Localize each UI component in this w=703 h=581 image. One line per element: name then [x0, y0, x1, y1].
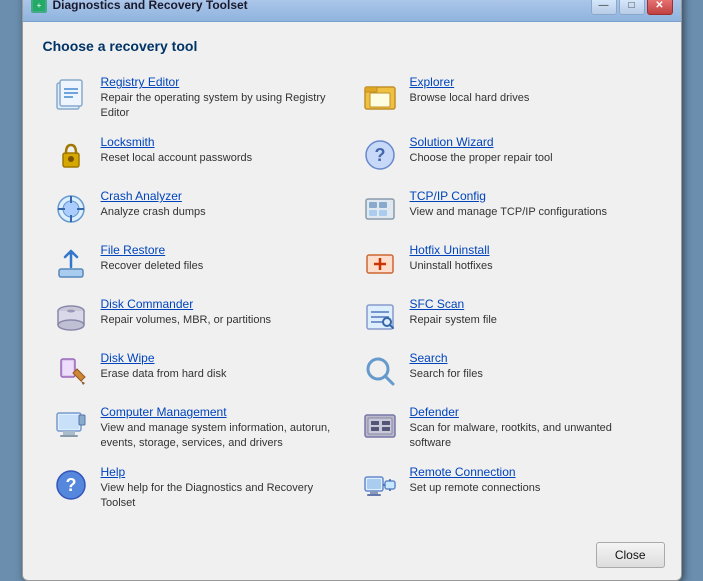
locksmith-info: Locksmith Reset local account passwords: [101, 135, 344, 166]
window-close-button[interactable]: ✕: [647, 0, 673, 15]
help-info: Help View help for the Diagnostics and R…: [101, 465, 344, 511]
remote-connection-desc: Set up remote connections: [410, 481, 653, 496]
solution-wizard-desc: Choose the proper repair tool: [410, 151, 653, 166]
minimize-button[interactable]: —: [591, 0, 617, 15]
svg-text:?: ?: [65, 475, 76, 495]
tool-crash-analyzer[interactable]: Crash Analyzer Analyze crash dumps: [43, 182, 352, 236]
computer-management-icon: [51, 405, 91, 445]
window-controls: — □ ✕: [591, 0, 673, 15]
registry-editor-info: Registry Editor Repair the operating sys…: [101, 75, 344, 121]
file-restore-icon: [51, 243, 91, 283]
title-bar-left: + Diagnostics and Recovery Toolset: [31, 0, 248, 13]
help-name[interactable]: Help: [101, 465, 344, 479]
defender-info: Defender Scan for malware, rootkits, and…: [410, 405, 653, 451]
locksmith-icon: [51, 135, 91, 175]
crash-analyzer-info: Crash Analyzer Analyze crash dumps: [101, 189, 344, 220]
tool-remote-connection[interactable]: Remote Connection Set up remote connecti…: [352, 458, 661, 518]
tool-registry-editor[interactable]: Registry Editor Repair the operating sys…: [43, 68, 352, 128]
tool-file-restore[interactable]: File Restore Recover deleted files: [43, 236, 352, 290]
title-bar: + Diagnostics and Recovery Toolset — □ ✕: [23, 0, 681, 22]
disk-wipe-desc: Erase data from hard disk: [101, 367, 344, 382]
sfc-scan-icon: [360, 297, 400, 337]
tool-sfc-scan[interactable]: SFC Scan Repair system file: [352, 290, 661, 344]
sfc-scan-info: SFC Scan Repair system file: [410, 297, 653, 328]
crash-analyzer-desc: Analyze crash dumps: [101, 205, 344, 220]
search-icon: [360, 351, 400, 391]
tool-search[interactable]: Search Search for files: [352, 344, 661, 398]
defender-desc: Scan for malware, rootkits, and unwanted…: [410, 421, 653, 451]
main-window: + Diagnostics and Recovery Toolset — □ ✕…: [22, 0, 682, 581]
locksmith-name[interactable]: Locksmith: [101, 135, 344, 149]
tool-tcpip[interactable]: TCP/IP Config View and manage TCP/IP con…: [352, 182, 661, 236]
hotfix-icon: [360, 243, 400, 283]
solution-wizard-name[interactable]: Solution Wizard: [410, 135, 653, 149]
tools-grid: Registry Editor Repair the operating sys…: [43, 68, 661, 517]
explorer-icon: [360, 75, 400, 115]
hotfix-name[interactable]: Hotfix Uninstall: [410, 243, 653, 257]
defender-icon: [360, 405, 400, 445]
remote-connection-name[interactable]: Remote Connection: [410, 465, 653, 479]
search-desc: Search for files: [410, 367, 653, 382]
disk-commander-name[interactable]: Disk Commander: [101, 297, 344, 311]
tool-hotfix[interactable]: Hotfix Uninstall Uninstall hotfixes: [352, 236, 661, 290]
maximize-button[interactable]: □: [619, 0, 645, 15]
help-desc: View help for the Diagnostics and Recove…: [101, 481, 344, 511]
close-button[interactable]: Close: [596, 542, 665, 568]
explorer-info: Explorer Browse local hard drives: [410, 75, 653, 106]
svg-text:+: +: [36, 1, 41, 10]
search-info: Search Search for files: [410, 351, 653, 382]
disk-commander-info: Disk Commander Repair volumes, MBR, or p…: [101, 297, 344, 328]
registry-editor-icon: [51, 75, 91, 115]
tool-locksmith[interactable]: Locksmith Reset local account passwords: [43, 128, 352, 182]
content-area: Choose a recovery tool Registry Editor R…: [23, 22, 681, 533]
disk-wipe-info: Disk Wipe Erase data from hard disk: [101, 351, 344, 382]
crash-analyzer-name[interactable]: Crash Analyzer: [101, 189, 344, 203]
tool-help[interactable]: ? Help View help for the Diagnostics and…: [43, 458, 352, 518]
solution-wizard-icon: ?: [360, 135, 400, 175]
tcpip-desc: View and manage TCP/IP configurations: [410, 205, 653, 220]
remote-connection-info: Remote Connection Set up remote connecti…: [410, 465, 653, 496]
file-restore-name[interactable]: File Restore: [101, 243, 344, 257]
computer-management-info: Computer Management View and manage syst…: [101, 405, 344, 451]
tool-disk-wipe[interactable]: Disk Wipe Erase data from hard disk: [43, 344, 352, 398]
sfc-scan-desc: Repair system file: [410, 313, 653, 328]
file-restore-info: File Restore Recover deleted files: [101, 243, 344, 274]
tool-explorer[interactable]: Explorer Browse local hard drives: [352, 68, 661, 128]
hotfix-desc: Uninstall hotfixes: [410, 259, 653, 274]
window-title: Diagnostics and Recovery Toolset: [53, 0, 248, 12]
tool-disk-commander[interactable]: Disk Commander Repair volumes, MBR, or p…: [43, 290, 352, 344]
registry-editor-name[interactable]: Registry Editor: [101, 75, 344, 89]
tcpip-icon: [360, 189, 400, 229]
explorer-desc: Browse local hard drives: [410, 91, 653, 106]
app-icon: +: [31, 0, 47, 13]
search-name[interactable]: Search: [410, 351, 653, 365]
tool-solution-wizard[interactable]: ? Solution Wizard Choose the proper repa…: [352, 128, 661, 182]
svg-text:?: ?: [374, 145, 385, 165]
computer-management-desc: View and manage system information, auto…: [101, 421, 344, 451]
remote-connection-icon: [360, 465, 400, 505]
disk-commander-icon: [51, 297, 91, 337]
page-heading: Choose a recovery tool: [43, 38, 661, 54]
footer: Close: [23, 534, 681, 580]
registry-editor-desc: Repair the operating system by using Reg…: [101, 91, 344, 121]
tcpip-name[interactable]: TCP/IP Config: [410, 189, 653, 203]
help-icon: ?: [51, 465, 91, 505]
defender-name[interactable]: Defender: [410, 405, 653, 419]
file-restore-desc: Recover deleted files: [101, 259, 344, 274]
hotfix-info: Hotfix Uninstall Uninstall hotfixes: [410, 243, 653, 274]
disk-wipe-icon: [51, 351, 91, 391]
crash-analyzer-icon: [51, 189, 91, 229]
solution-wizard-info: Solution Wizard Choose the proper repair…: [410, 135, 653, 166]
tcpip-info: TCP/IP Config View and manage TCP/IP con…: [410, 189, 653, 220]
tool-defender[interactable]: Defender Scan for malware, rootkits, and…: [352, 398, 661, 458]
sfc-scan-name[interactable]: SFC Scan: [410, 297, 653, 311]
computer-management-name[interactable]: Computer Management: [101, 405, 344, 419]
tool-computer-management[interactable]: Computer Management View and manage syst…: [43, 398, 352, 458]
disk-wipe-name[interactable]: Disk Wipe: [101, 351, 344, 365]
locksmith-desc: Reset local account passwords: [101, 151, 344, 166]
disk-commander-desc: Repair volumes, MBR, or partitions: [101, 313, 344, 328]
explorer-name[interactable]: Explorer: [410, 75, 653, 89]
